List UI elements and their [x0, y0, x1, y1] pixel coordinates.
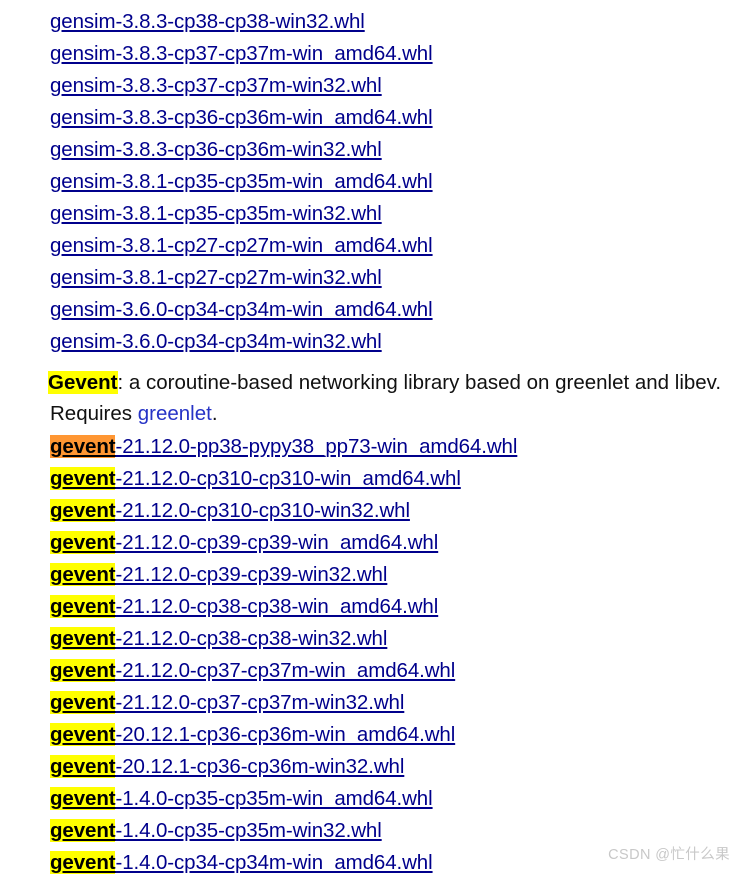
wheel-download-link[interactable]: gensim-3.8.1-cp27-cp27m-win32.whl: [50, 266, 382, 289]
wheel-download-link[interactable]: gensim-3.8.3-cp36-cp36m-win32.whl: [50, 138, 382, 161]
list-item: gevent-1.4.0-cp35-cp35m-win_amd64.whl: [0, 783, 744, 815]
wheel-download-link[interactable]: gevent-1.4.0-cp35-cp35m-win_amd64.whl: [50, 787, 433, 810]
wheel-link-rest: -20.12.1-cp36-cp36m-win_amd64.whl: [115, 723, 456, 746]
wheel-download-link[interactable]: gensim-3.8.1-cp27-cp27m-win_amd64.whl: [50, 234, 433, 257]
list-item: gensim-3.8.3-cp36-cp36m-win_amd64.whl: [0, 102, 744, 134]
wheel-download-link[interactable]: gensim-3.8.1-cp35-cp35m-win_amd64.whl: [50, 170, 433, 193]
wheel-download-link[interactable]: gevent-21.12.0-cp310-cp310-win32.whl: [50, 499, 410, 522]
wheel-download-link[interactable]: gensim-3.6.0-cp34-cp34m-win32.whl: [50, 330, 382, 353]
list-item: gevent-21.12.0-cp37-cp37m-win32.whl: [0, 687, 744, 719]
list-item: gensim-3.8.3-cp36-cp36m-win32.whl: [0, 134, 744, 166]
wheel-link-rest: -21.12.0-cp37-cp37m-win32.whl: [115, 691, 405, 714]
wheel-link-rest: -21.12.0-cp38-cp38-win32.whl: [115, 627, 388, 650]
list-item: gensim-3.8.1-cp35-cp35m-win_amd64.whl: [0, 166, 744, 198]
search-match-highlight: gevent: [50, 659, 116, 682]
package-name: Gevent: [48, 371, 118, 394]
search-match-highlight: gevent: [50, 691, 116, 714]
search-match-highlight: gevent: [50, 595, 116, 618]
search-match-highlight: gevent: [50, 755, 116, 778]
list-item: gevent-21.12.0-cp38-cp38-win_amd64.whl: [0, 591, 744, 623]
list-item: gevent-20.12.1-cp36-cp36m-win32.whl: [0, 751, 744, 783]
gevent-link-list: gevent-21.12.0-pp38-pypy38_pp73-win_amd6…: [0, 431, 744, 878]
wheel-download-link[interactable]: gevent-21.12.0-cp38-cp38-win_amd64.whl: [50, 595, 438, 618]
wheel-download-link[interactable]: gensim-3.8.3-cp38-cp38-win32.whl: [50, 10, 365, 33]
wheel-link-rest: -1.4.0-cp35-cp35m-win_amd64.whl: [115, 787, 433, 810]
search-match-highlight: gevent: [50, 627, 116, 650]
list-item: gensim-3.6.0-cp34-cp34m-win_amd64.whl: [0, 294, 744, 326]
search-match-highlight: gevent: [50, 723, 116, 746]
search-match-highlight: gevent: [50, 787, 116, 810]
wheel-download-link[interactable]: gensim-3.6.0-cp34-cp34m-win_amd64.whl: [50, 298, 433, 321]
wheel-link-rest: -1.4.0-cp35-cp35m-win32.whl: [115, 819, 382, 842]
wheel-link-rest: -21.12.0-cp310-cp310-win_amd64.whl: [115, 467, 461, 490]
wheel-link-rest: -20.12.1-cp36-cp36m-win32.whl: [115, 755, 405, 778]
list-item: gevent-21.12.0-cp37-cp37m-win_amd64.whl: [0, 655, 744, 687]
requires-label: Requires: [50, 402, 138, 425]
list-item: gensim-3.8.1-cp27-cp27m-win32.whl: [0, 262, 744, 294]
list-item: gensim-3.8.3-cp38-cp38-win32.whl: [0, 6, 744, 38]
wheel-download-link[interactable]: gevent-21.12.0-cp39-cp39-win32.whl: [50, 563, 387, 586]
search-match-highlight: gevent: [50, 851, 116, 874]
wheel-download-link[interactable]: gevent-21.12.0-pp38-pypy38_pp73-win_amd6…: [50, 435, 517, 458]
requires-period: .: [211, 402, 218, 425]
package-requires-line: Requires greenlet.: [48, 398, 744, 429]
gevent-package-block: Gevent: a coroutine-based networking lib…: [0, 358, 744, 431]
search-match-highlight-current: gevent: [50, 435, 116, 458]
list-item: gevent-21.12.0-cp38-cp38-win32.whl: [0, 623, 744, 655]
list-item: gensim-3.8.3-cp37-cp37m-win32.whl: [0, 70, 744, 102]
wheel-download-link[interactable]: gensim-3.8.3-cp37-cp37m-win_amd64.whl: [50, 42, 433, 65]
list-item: gevent-21.12.0-cp310-cp310-win_amd64.whl: [0, 463, 744, 495]
wheel-link-rest: -21.12.0-cp39-cp39-win_amd64.whl: [115, 531, 439, 554]
list-item: gensim-3.8.1-cp35-cp35m-win32.whl: [0, 198, 744, 230]
search-match-highlight: gevent: [50, 499, 116, 522]
wheel-download-link[interactable]: gevent-1.4.0-cp35-cp35m-win32.whl: [50, 819, 382, 842]
search-match-highlight: gevent: [50, 819, 116, 842]
wheel-link-rest: -21.12.0-pp38-pypy38_pp73-win_amd64.whl: [115, 435, 518, 458]
wheel-download-link[interactable]: gensim-3.8.1-cp35-cp35m-win32.whl: [50, 202, 382, 225]
search-match-highlight: gevent: [50, 563, 116, 586]
package-description: : a coroutine-based networking library b…: [117, 371, 722, 394]
csdn-watermark: CSDN @忙什么果: [608, 847, 730, 863]
wheel-link-rest: -21.12.0-cp37-cp37m-win_amd64.whl: [115, 659, 456, 682]
page-root: gensim-3.8.3-cp38-cp38-win_amd64.whl gen…: [0, 0, 744, 878]
wheel-download-link[interactable]: gevent-21.12.0-cp310-cp310-win_amd64.whl: [50, 467, 461, 490]
search-match-highlight: gevent: [50, 531, 116, 554]
gensim-link-list: gensim-3.8.3-cp38-cp38-win32.whl gensim-3…: [0, 6, 744, 358]
list-item: gevent-20.12.1-cp36-cp36m-win_amd64.whl: [0, 719, 744, 751]
wheel-download-link[interactable]: gevent-20.12.1-cp36-cp36m-win_amd64.whl: [50, 723, 455, 746]
list-item: gensim-3.8.1-cp27-cp27m-win_amd64.whl: [0, 230, 744, 262]
wheel-link-rest: -21.12.0-cp39-cp39-win32.whl: [115, 563, 388, 586]
wheel-download-link[interactable]: gevent-20.12.1-cp36-cp36m-win32.whl: [50, 755, 404, 778]
search-match-highlight: gevent: [50, 467, 116, 490]
wheel-download-link[interactable]: gevent-21.12.0-cp38-cp38-win32.whl: [50, 627, 387, 650]
wheel-link-rest: -1.4.0-cp34-cp34m-win_amd64.whl: [115, 851, 433, 874]
wheel-download-link[interactable]: gevent-1.4.0-cp34-cp34m-win_amd64.whl: [50, 851, 433, 874]
list-item: gensim-3.8.3-cp37-cp37m-win_amd64.whl: [0, 38, 744, 70]
wheel-link-rest: -21.12.0-cp310-cp310-win32.whl: [115, 499, 410, 522]
list-item: gevent-21.12.0-pp38-pypy38_pp73-win_amd6…: [0, 431, 744, 463]
list-item: gevent-21.12.0-cp39-cp39-win32.whl: [0, 559, 744, 591]
wheel-download-link[interactable]: gevent-21.12.0-cp37-cp37m-win_amd64.whl: [50, 659, 455, 682]
wheel-download-link[interactable]: gevent-21.12.0-cp39-cp39-win_amd64.whl: [50, 531, 438, 554]
wheel-download-link[interactable]: gevent-21.12.0-cp37-cp37m-win32.whl: [50, 691, 404, 714]
greenlet-link[interactable]: greenlet: [138, 402, 212, 425]
gevent-package-headline: Gevent: a coroutine-based networking lib…: [48, 367, 744, 398]
wheel-link-rest: -21.12.0-cp38-cp38-win_amd64.whl: [115, 595, 439, 618]
list-item: gensim-3.6.0-cp34-cp34m-win32.whl: [0, 326, 744, 358]
wheel-download-link[interactable]: gensim-3.8.3-cp37-cp37m-win32.whl: [50, 74, 382, 97]
list-item: gevent-21.12.0-cp39-cp39-win_amd64.whl: [0, 527, 744, 559]
wheel-download-link[interactable]: gensim-3.8.3-cp36-cp36m-win_amd64.whl: [50, 106, 433, 129]
list-item: gevent-21.12.0-cp310-cp310-win32.whl: [0, 495, 744, 527]
